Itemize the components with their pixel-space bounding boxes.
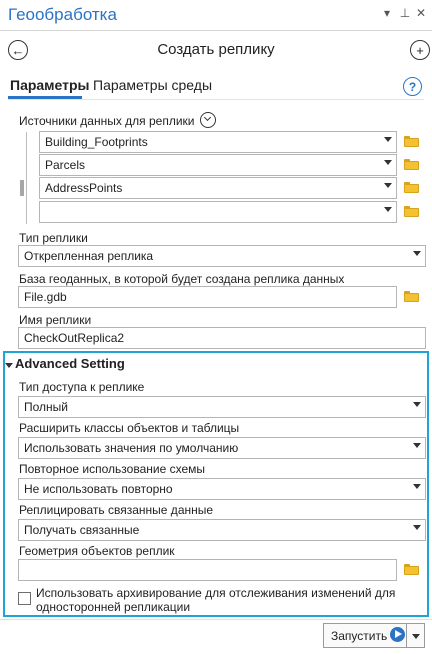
folder-icon[interactable] [404,291,419,302]
chevron-down-icon [384,160,392,165]
play-icon [390,627,405,642]
tool-title: Создать реплику [157,41,275,58]
related-data-value: Получать связанные [24,523,140,537]
chevron-down-icon [384,207,392,212]
pin-icon[interactable]: ⊥ [398,6,412,20]
data-sources-label: Источники данных для реплики [19,114,195,128]
replica-name-label: Имя реплики [19,313,92,327]
replica-name-input[interactable]: CheckOutReplica2 [18,327,426,349]
access-type-select[interactable]: Полный [18,396,426,418]
chevron-down-icon[interactable] [200,112,216,128]
replica-type-value: Открепленная реплика [24,249,154,263]
footer-divider [0,619,432,620]
geometry-input[interactable] [18,559,397,581]
geodatabase-input[interactable]: File.gdb [18,286,397,308]
related-data-label: Реплицировать связанные данные [19,503,214,517]
options-menu-icon[interactable]: ▾ [380,6,394,20]
folder-icon[interactable] [404,136,419,147]
archiving-checkbox[interactable] [18,592,31,605]
run-options-dropdown[interactable] [407,623,425,648]
tab-divider [8,99,424,100]
tab-parameters[interactable]: Параметры [10,77,90,93]
expand-classes-label: Расширить классы объектов и таблицы [19,421,240,435]
run-button[interactable]: Запустить [323,623,407,648]
chevron-down-icon [413,525,421,530]
reuse-schema-value: Не использовать повторно [24,482,173,496]
drag-handle[interactable] [20,180,24,196]
folder-icon[interactable] [404,159,419,170]
folder-icon[interactable] [404,206,419,217]
pane-title-bar: Геообработка ▾ ⊥ ✕ [0,0,432,31]
data-source-row-3[interactable]: AddressPoints [39,177,397,199]
chevron-down-icon [413,402,421,407]
reuse-schema-select[interactable]: Не использовать повторно [18,478,426,500]
add-icon[interactable]: + [410,40,430,60]
geometry-label: Геометрия объектов реплик [19,544,175,558]
collapse-caret-icon[interactable] [5,363,13,368]
data-source-value: Building_Footprints [45,135,148,149]
replica-name-value: CheckOutReplica2 [24,331,125,345]
close-icon[interactable]: ✕ [414,6,428,20]
chevron-down-icon [384,137,392,142]
data-source-row-1[interactable]: Building_Footprints [39,131,397,153]
tab-environments[interactable]: Параметры среды [93,77,212,93]
chevron-down-icon [413,251,421,256]
geodatabase-label: База геоданных, в которой будет создана … [19,272,345,286]
chevron-down-icon [413,443,421,448]
reuse-schema-label: Повторное использование схемы [19,462,205,476]
replica-type-label: Тип реплики [19,231,88,245]
access-type-label: Тип доступа к реплике [19,380,145,394]
data-source-value: Parcels [45,158,86,172]
help-icon[interactable]: ? [403,77,422,96]
list-bracket [26,132,27,224]
data-source-value: AddressPoints [45,181,123,195]
run-label: Запустить [331,629,388,643]
data-source-row-empty[interactable] [39,201,397,223]
tab-bar: Параметры Параметры среды ? [0,71,432,103]
access-type-value: Полный [24,400,68,414]
pane-title: Геообработка [8,5,117,24]
folder-icon[interactable] [404,182,419,193]
expand-classes-value: Использовать значения по умолчанию [24,441,239,455]
related-data-select[interactable]: Получать связанные [18,519,426,541]
tool-header: ← Создать реплику + [0,31,432,71]
chevron-down-icon [413,484,421,489]
replica-type-select[interactable]: Открепленная реплика [18,245,426,267]
chevron-down-icon [384,183,392,188]
expand-classes-select[interactable]: Использовать значения по умолчанию [18,437,426,459]
folder-icon[interactable] [404,564,419,575]
advanced-setting-header[interactable]: Advanced Setting [15,356,125,371]
geodatabase-value: File.gdb [24,290,67,304]
data-source-row-2[interactable]: Parcels [39,154,397,176]
archiving-label: Использовать архивирование для отслежива… [36,586,396,614]
